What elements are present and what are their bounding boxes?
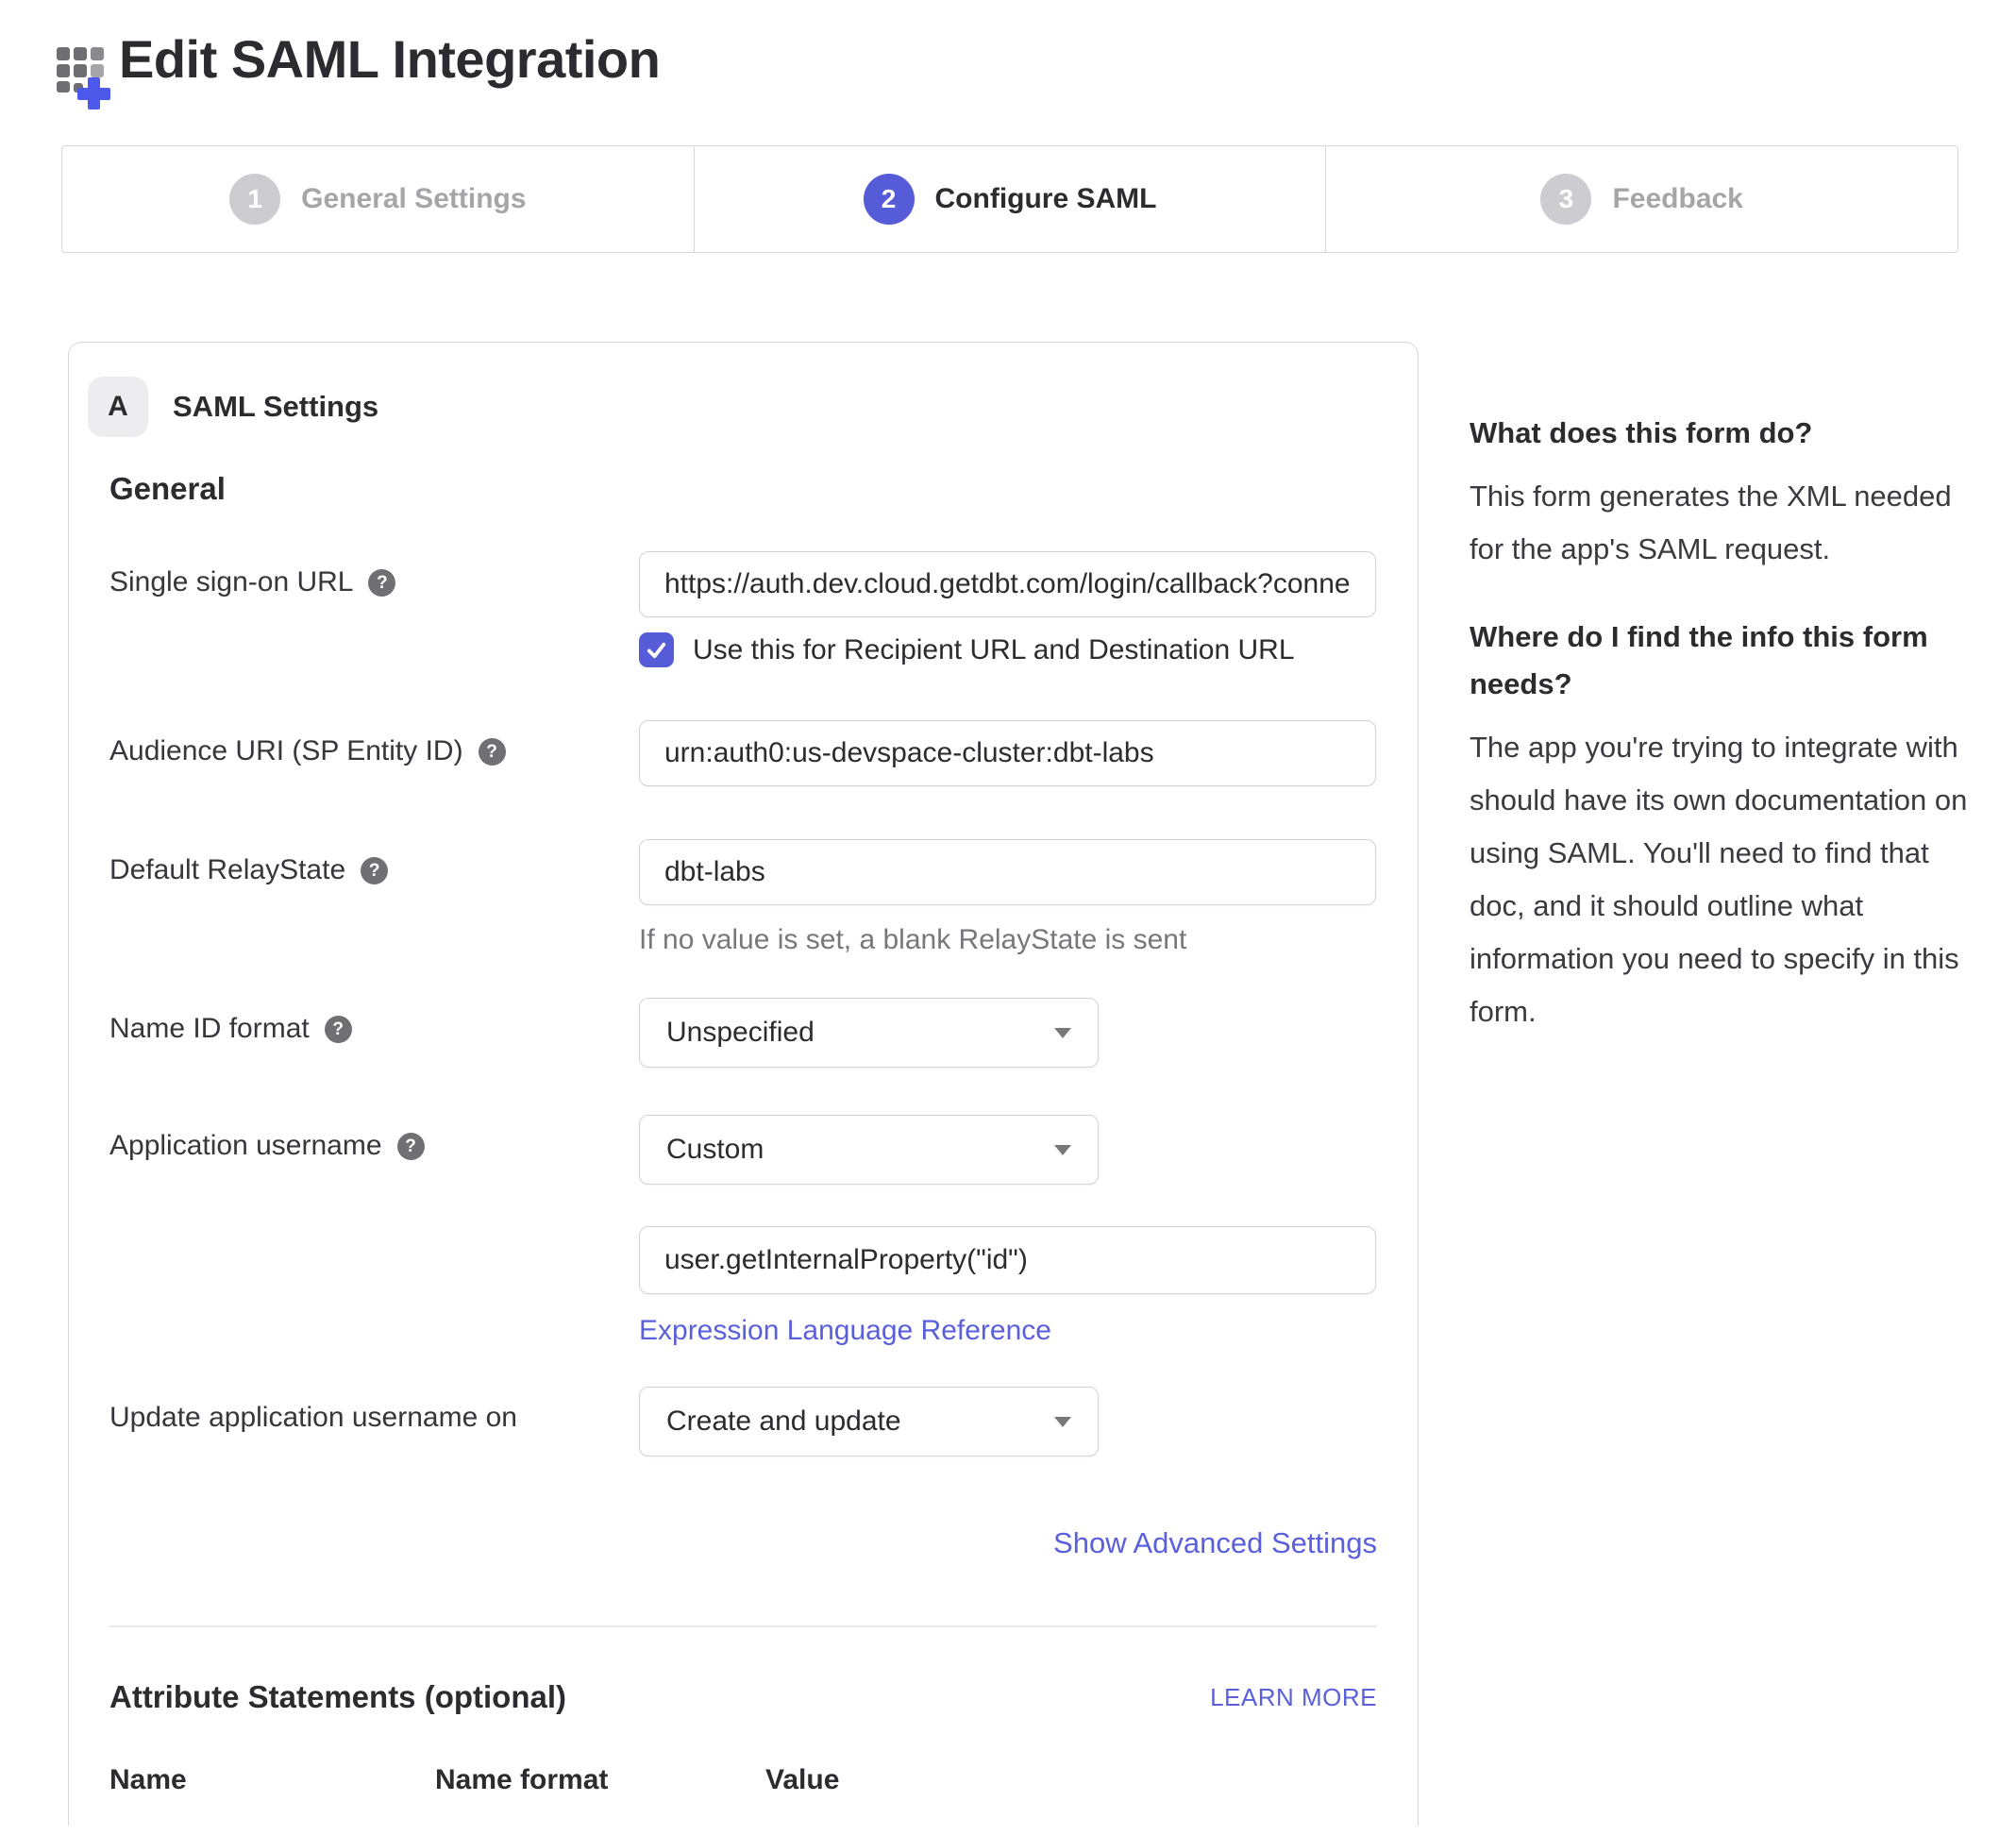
show-advanced-settings-link[interactable]: Show Advanced Settings xyxy=(1053,1526,1377,1560)
help-icon[interactable]: ? xyxy=(325,1016,352,1043)
app-username-label: Application username xyxy=(109,1128,382,1164)
wizard-steps: 1 General Settings 2 Configure SAML 3 Fe… xyxy=(61,145,1958,253)
sso-url-row: Single sign-on URL ? Use this for Recipi… xyxy=(109,551,1418,667)
relaystate-row: Default RelayState ? If no value is set,… xyxy=(109,839,1418,956)
audience-uri-row: Audience URI (SP Entity ID) ? xyxy=(109,720,1418,786)
saml-settings-title: SAML Settings xyxy=(173,390,378,424)
attr-column-name-format: Name format xyxy=(435,1764,765,1796)
step-label: Configure SAML xyxy=(935,183,1157,215)
custom-expression-input[interactable] xyxy=(639,1226,1376,1294)
chevron-down-icon xyxy=(1054,1028,1071,1038)
section-badge-a: A xyxy=(88,377,148,437)
attr-column-value: Value xyxy=(765,1764,839,1796)
sidebar-answer-2: The app you're trying to integrate with … xyxy=(1470,721,1979,1038)
sidebar-answer-1: This form generates the XML needed for t… xyxy=(1470,470,1979,576)
help-icon[interactable]: ? xyxy=(368,569,395,597)
chevron-down-icon xyxy=(1054,1417,1071,1427)
audience-uri-label: Audience URI (SP Entity ID) xyxy=(109,733,463,769)
nameid-format-label: Name ID format xyxy=(109,1011,310,1047)
wizard-step-general-settings[interactable]: 1 General Settings xyxy=(62,146,695,252)
content-area: A SAML Settings General Single sign-on U… xyxy=(68,342,2016,1826)
update-username-select[interactable]: Create and update xyxy=(639,1387,1099,1456)
page-title: Edit SAML Integration xyxy=(119,28,660,91)
page-header: Edit SAML Integration xyxy=(55,28,2016,109)
recipient-url-checkbox-label: Use this for Recipient URL and Destinati… xyxy=(693,634,1295,666)
expression-language-reference-link[interactable]: Expression Language Reference xyxy=(639,1315,1051,1347)
help-sidebar: What does this form do? This form genera… xyxy=(1470,342,1979,1038)
relaystate-hint: If no value is set, a blank RelayState i… xyxy=(639,924,1418,956)
sso-url-input[interactable] xyxy=(639,551,1376,617)
app-username-select[interactable]: Custom xyxy=(639,1115,1099,1185)
chevron-down-icon xyxy=(1054,1145,1071,1155)
attribute-table-header: Name Name format Value xyxy=(109,1764,1377,1796)
step-number-badge: 2 xyxy=(864,174,915,225)
attr-column-name: Name xyxy=(109,1764,435,1796)
update-username-value: Create and update xyxy=(666,1406,901,1438)
sso-url-label: Single sign-on URL xyxy=(109,564,353,600)
wizard-step-feedback[interactable]: 3 Feedback xyxy=(1326,146,1957,252)
relaystate-label: Default RelayState xyxy=(109,852,345,888)
app-username-value: Custom xyxy=(666,1134,764,1166)
learn-more-link[interactable]: LEARN MORE xyxy=(1210,1683,1377,1712)
custom-expression-row: Expression Language Reference xyxy=(109,1226,1418,1347)
nameid-format-select[interactable]: Unspecified xyxy=(639,998,1099,1068)
section-divider xyxy=(109,1625,1377,1627)
attribute-statements-title: Attribute Statements (optional) xyxy=(109,1679,566,1715)
help-icon[interactable]: ? xyxy=(361,857,388,884)
help-icon[interactable]: ? xyxy=(397,1133,425,1160)
general-section-heading: General xyxy=(109,471,1418,507)
wizard-step-configure-saml[interactable]: 2 Configure SAML xyxy=(695,146,1327,252)
update-username-label: Update application username on xyxy=(109,1400,517,1436)
add-application-icon xyxy=(55,38,117,109)
nameid-format-row: Name ID format ? Unspecified xyxy=(109,998,1418,1068)
update-username-row: Update application username on Create an… xyxy=(109,1387,1418,1456)
sidebar-question-2: Where do I find the info this form needs… xyxy=(1470,614,1979,708)
app-username-row: Application username ? Custom xyxy=(109,1115,1418,1185)
step-label: Feedback xyxy=(1612,183,1742,215)
step-number-badge: 1 xyxy=(229,174,280,225)
checkmark-icon xyxy=(646,639,667,661)
relaystate-input[interactable] xyxy=(639,839,1376,905)
audience-uri-input[interactable] xyxy=(639,720,1376,786)
step-label: General Settings xyxy=(301,183,526,215)
recipient-url-checkbox[interactable] xyxy=(639,632,674,667)
saml-settings-card: A SAML Settings General Single sign-on U… xyxy=(68,342,1419,1826)
help-icon[interactable]: ? xyxy=(479,738,506,766)
sidebar-question-1: What does this form do? xyxy=(1470,410,1979,457)
step-number-badge: 3 xyxy=(1540,174,1591,225)
nameid-format-value: Unspecified xyxy=(666,1017,815,1049)
